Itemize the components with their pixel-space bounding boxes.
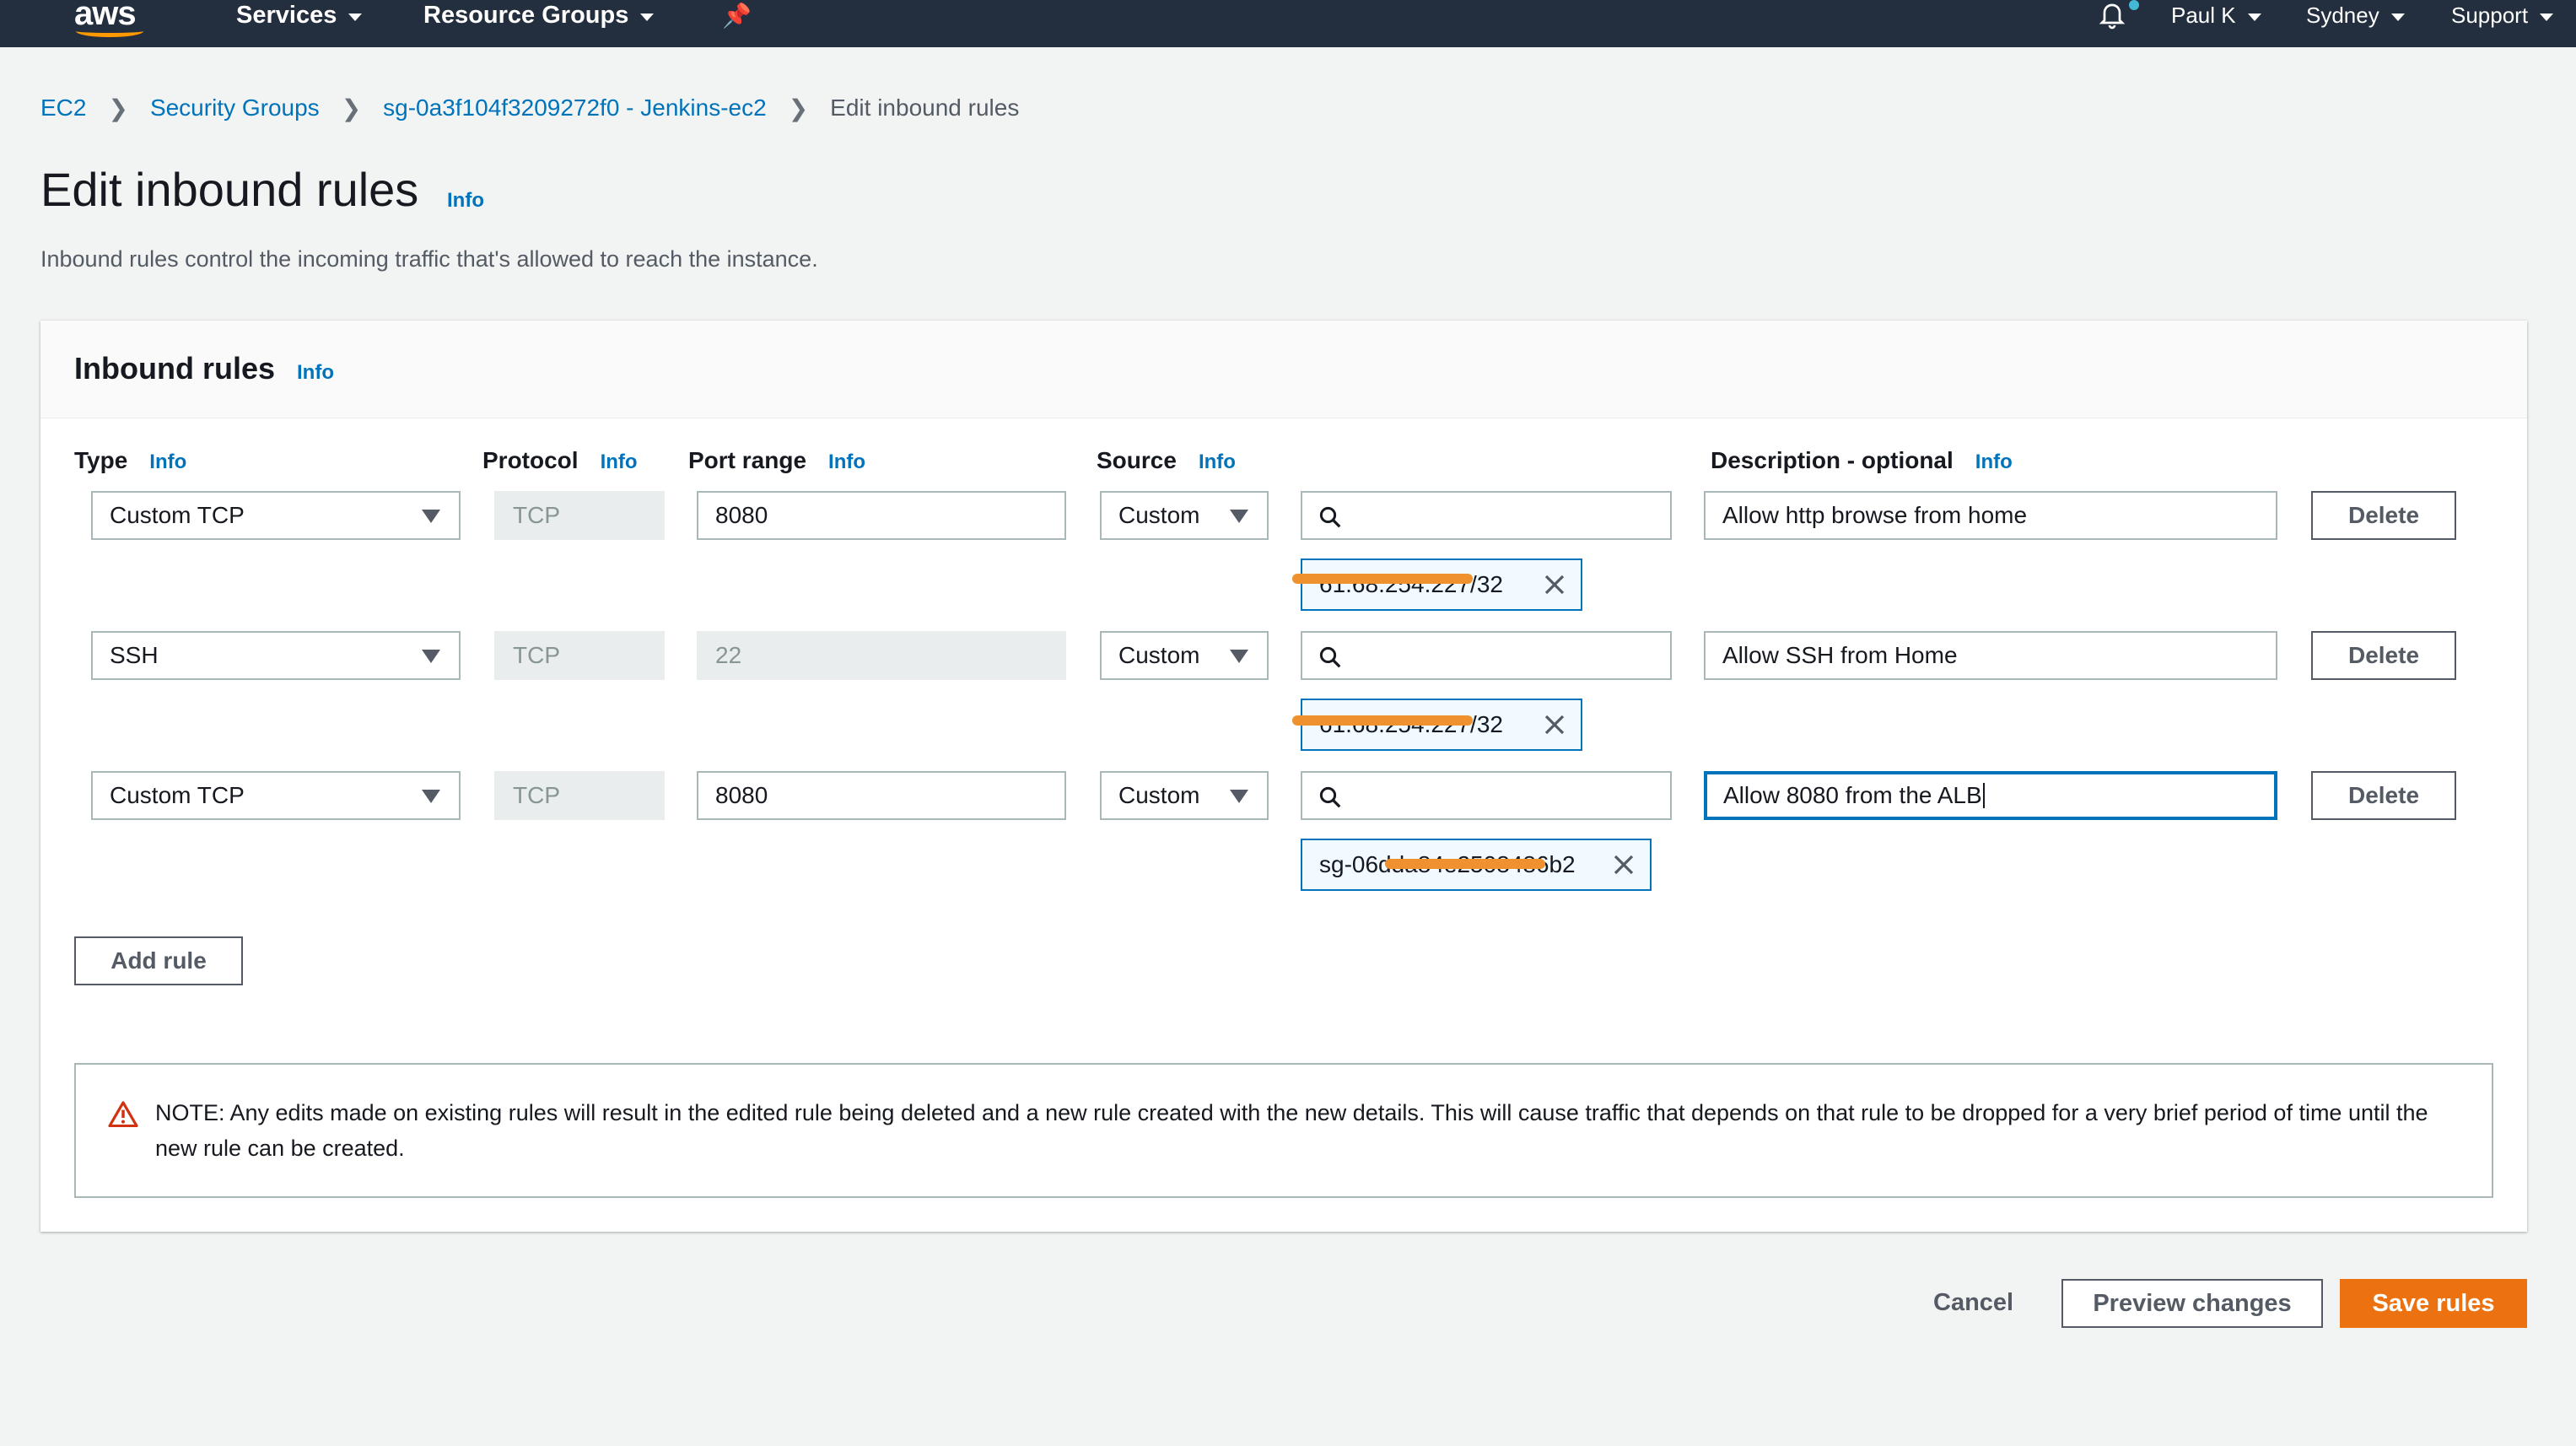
rule-3-source-search[interactable] <box>1301 771 1672 820</box>
inbound-rules-panel: Inbound rules Info Type Info Protocol Info… <box>40 321 2527 1232</box>
chevron-right-icon: ❯ <box>788 94 809 121</box>
redaction-mark <box>1292 574 1473 584</box>
caret-down-icon <box>422 510 440 523</box>
panel-info-link[interactable]: Info <box>297 361 334 385</box>
caret-down-icon <box>1230 650 1248 663</box>
rule-2-port-input: 22 <box>697 631 1066 680</box>
rule-1-source-token: 61.68.254.227/32 <box>1301 558 1582 611</box>
redaction-mark <box>1292 715 1473 726</box>
region-menu[interactable]: Sydney <box>2306 0 2405 30</box>
services-menu[interactable]: Services <box>236 0 363 30</box>
top-nav: aws Services Resource Groups 📌 Paul K Sy… <box>0 0 2576 47</box>
rule-3-type-select[interactable]: Custom TCP <box>91 771 461 820</box>
rule-1-source-search[interactable] <box>1301 491 1672 540</box>
column-protocol: Protocol Info <box>482 447 638 473</box>
breadcrumb-ec2[interactable]: EC2 <box>40 94 86 121</box>
caret-down-icon <box>1230 510 1248 523</box>
bell-icon[interactable] <box>2097 0 2127 30</box>
warning-icon <box>108 1101 138 1127</box>
search-icon <box>1319 786 1341 808</box>
add-rule-button[interactable]: Add rule <box>74 936 243 985</box>
rule-3-description-input[interactable]: Allow 8080 from the ALB <box>1704 771 2277 820</box>
panel-title: Inbound rules <box>74 351 275 386</box>
note-text: NOTE: Any edits made on existing rules w… <box>155 1100 2428 1161</box>
rule-1-type-select[interactable]: Custom TCP <box>91 491 461 540</box>
column-type: Type Info <box>74 447 187 473</box>
breadcrumb-current: Edit inbound rules <box>830 94 1020 121</box>
rule-2-protocol: TCP <box>494 631 665 680</box>
rule-3-protocol: TCP <box>494 771 665 820</box>
source-info-link[interactable]: Info <box>1199 451 1236 473</box>
page-title: Edit inbound rules <box>40 163 419 216</box>
aws-logo-smile-icon <box>76 25 143 37</box>
rule-2-source-select[interactable]: Custom <box>1100 631 1269 680</box>
description-info-link[interactable]: Info <box>1975 451 2013 473</box>
rule-2-description-input[interactable]: Allow SSH from Home <box>1704 631 2277 680</box>
page-subtitle: Inbound rules control the incoming traff… <box>40 246 818 272</box>
rule-1-port-input[interactable]: 8080 <box>697 491 1066 540</box>
rule-1-source-select[interactable]: Custom <box>1100 491 1269 540</box>
resource-groups-menu[interactable]: Resource Groups <box>423 0 655 30</box>
rule-2-source-search[interactable] <box>1301 631 1672 680</box>
user-menu[interactable]: Paul K <box>2171 0 2261 30</box>
rule-3-port-input[interactable]: 8080 <box>697 771 1066 820</box>
redaction-mark <box>1385 859 1545 869</box>
close-icon[interactable] <box>1611 852 1636 877</box>
rule-2-delete-button[interactable]: Delete <box>2311 631 2456 680</box>
column-source: Source Info <box>1097 447 1236 473</box>
caret-down-icon <box>1230 790 1248 803</box>
cancel-button[interactable]: Cancel <box>1933 1289 2013 1317</box>
support-menu[interactable]: Support <box>2451 0 2554 30</box>
chevron-down-icon <box>640 13 655 21</box>
rule-3-delete-button[interactable]: Delete <box>2311 771 2456 820</box>
edit-warning-note: NOTE: Any edits made on existing rules w… <box>74 1063 2493 1198</box>
rule-1-protocol: TCP <box>494 491 665 540</box>
protocol-info-link[interactable]: Info <box>601 451 638 473</box>
notification-dot <box>2129 0 2139 10</box>
chevron-down-icon <box>348 13 363 21</box>
column-description: Description - optional Info <box>1711 447 2013 473</box>
text-cursor <box>1982 783 1985 808</box>
rule-3-source-select[interactable]: Custom <box>1100 771 1269 820</box>
close-icon[interactable] <box>1542 572 1567 597</box>
column-port-range: Port range Info <box>688 447 866 473</box>
chevron-down-icon <box>2390 13 2405 21</box>
breadcrumb: EC2 ❯ Security Groups ❯ sg-0a3f104f32092… <box>40 93 1019 123</box>
chevron-down-icon <box>2247 13 2261 21</box>
chevron-right-icon: ❯ <box>341 94 362 121</box>
panel-header: Inbound rules Info <box>40 321 2527 418</box>
type-info-link[interactable]: Info <box>149 451 186 473</box>
rule-1-description-input[interactable]: Allow http browse from home <box>1704 491 2277 540</box>
pin-icon[interactable]: 📌 <box>722 2 752 30</box>
chevron-right-icon: ❯ <box>108 94 128 121</box>
search-icon <box>1319 646 1341 668</box>
rule-1-delete-button[interactable]: Delete <box>2311 491 2456 540</box>
caret-down-icon <box>422 650 440 663</box>
rule-2-type-select[interactable]: SSH <box>91 631 461 680</box>
save-rules-button[interactable]: Save rules <box>2340 1279 2527 1328</box>
breadcrumb-security-group[interactable]: sg-0a3f104f3209272f0 - Jenkins-ec2 <box>383 94 767 121</box>
search-icon <box>1319 506 1341 528</box>
caret-down-icon <box>422 790 440 803</box>
title-info-link[interactable]: Info <box>447 189 484 213</box>
breadcrumb-security-groups[interactable]: Security Groups <box>150 94 320 121</box>
port-range-info-link[interactable]: Info <box>828 451 865 473</box>
chevron-down-icon <box>2540 13 2554 21</box>
preview-changes-button[interactable]: Preview changes <box>2061 1279 2323 1328</box>
close-icon[interactable] <box>1542 712 1567 737</box>
